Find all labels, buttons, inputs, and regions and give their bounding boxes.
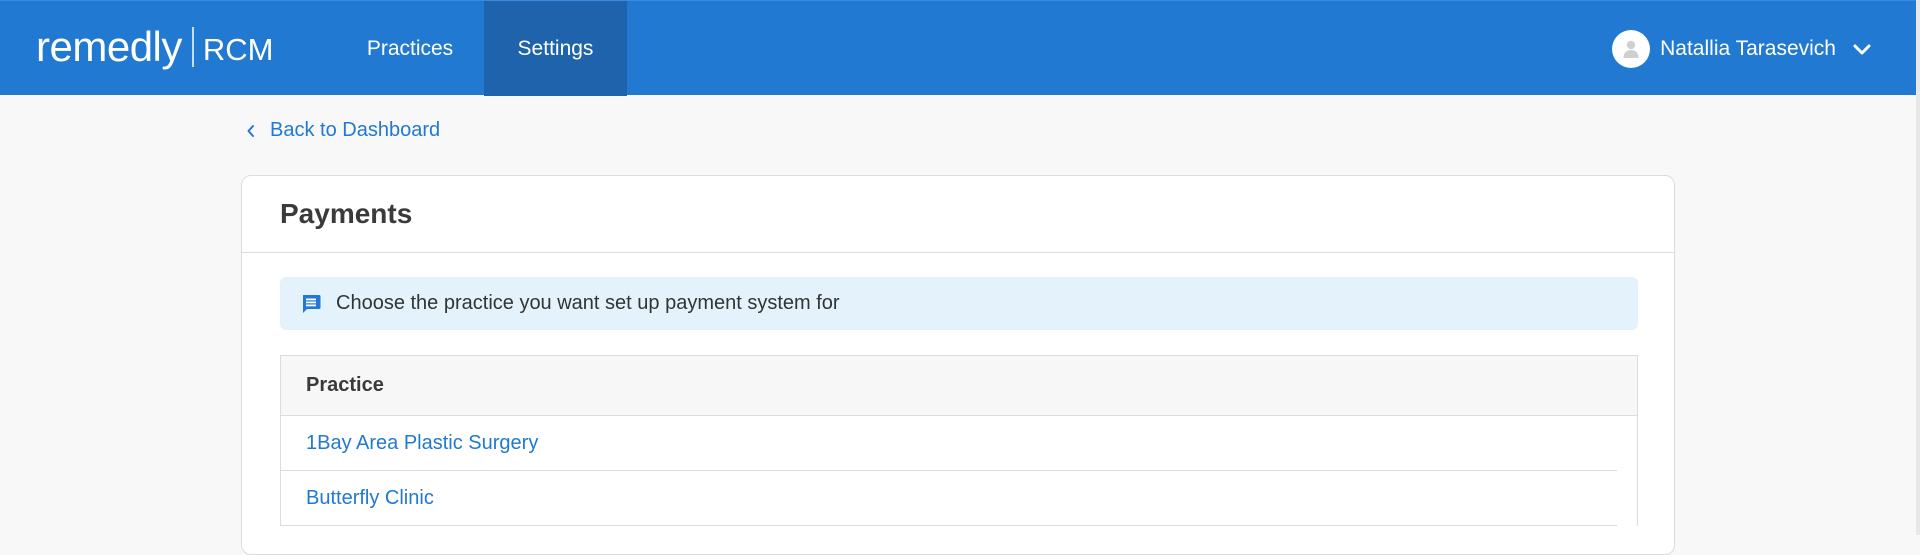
top-navigation-bar: remedly RCM Practices Settings Natallia … — [0, 0, 1916, 96]
chevron-down-icon[interactable] — [1852, 42, 1872, 56]
table-row[interactable]: Butterfly Clinic — [281, 471, 1617, 526]
practice-link[interactable]: Butterfly Clinic — [306, 487, 434, 510]
table-row[interactable]: 1Bay Area Plastic Surgery — [281, 416, 1617, 471]
nav-practices[interactable]: Practices — [345, 1, 475, 96]
back-to-dashboard-link[interactable]: Back to Dashboard — [246, 119, 440, 142]
back-link-label: Back to Dashboard — [270, 119, 441, 141]
info-banner: Choose the practice you want set up paym… — [280, 277, 1638, 330]
practice-table: Practice 1Bay Area Plastic Surgery Butte… — [280, 355, 1638, 526]
column-header-practice: Practice — [306, 374, 384, 396]
user-avatar-icon — [1612, 29, 1651, 68]
message-icon — [300, 293, 322, 315]
brand-name: remedly — [36, 23, 182, 70]
user-menu[interactable]: Natallia Tarasevich — [1612, 1, 1872, 96]
nav-settings-label: Settings — [517, 36, 594, 60]
info-message: Choose the practice you want set up paym… — [336, 292, 840, 314]
brand-divider — [191, 27, 194, 67]
chevron-left-icon — [246, 124, 256, 138]
scrollbar[interactable] — [1916, 0, 1920, 535]
payments-card: Payments Choose the practice you want se… — [241, 175, 1675, 555]
table-header: Practice — [281, 356, 1637, 416]
practice-link[interactable]: 1Bay Area Plastic Surgery — [306, 432, 538, 455]
card-header: Payments — [242, 176, 1674, 253]
brand-logo[interactable]: remedly RCM — [36, 19, 274, 75]
page-title: Payments — [280, 198, 413, 229]
brand-suffix: RCM — [202, 31, 274, 67]
user-name: Natallia Tarasevich — [1660, 36, 1836, 60]
nav-settings[interactable]: Settings — [484, 1, 627, 96]
nav-practices-label: Practices — [366, 36, 454, 60]
